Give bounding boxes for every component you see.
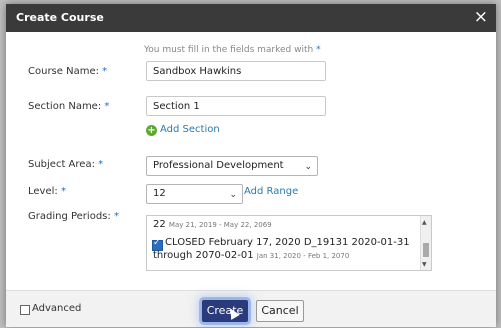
chevron-down-icon: ⌄ [229,190,237,200]
list-item-continuation: through 2070-02-01 Jan 31, 2020 - Feb 1,… [153,250,350,261]
dialog-titlebar: Create Course × [6,4,496,32]
advanced-checkbox[interactable] [20,305,30,315]
level-label: Level: * [28,186,66,197]
required-fields-note: You must fill in the fields marked with … [144,45,321,55]
course-name-input[interactable]: Sandbox Hawkins [146,61,326,81]
dialog-title: Create Course [16,11,104,24]
grading-periods-label: Grading Periods: * [28,211,119,222]
create-course-dialog: Create Course × You must fill in the fie… [6,4,496,327]
dialog-footer: Advanced Create Cancel [6,290,496,327]
cancel-button[interactable]: Cancel [256,300,304,322]
list-item[interactable]: 22 May 21, 2019 - May 22, 2069 [153,219,272,230]
section-name-label: Section Name: * [28,101,110,112]
advanced-label: Advanced [32,303,82,314]
section-name-input[interactable]: Section 1 [146,96,326,116]
grading-periods-list[interactable]: 22 May 21, 2019 - May 22, 2069 CLOSED Fe… [146,215,432,271]
chevron-down-icon: ⌄ [304,162,312,172]
add-section-link[interactable]: + Add Section [146,124,220,136]
scrollbar-thumb[interactable] [423,243,429,257]
scrollbar[interactable]: ▲ ▼ [420,216,431,270]
level-select[interactable]: 12 ⌄ [146,184,243,204]
close-icon[interactable]: × [474,8,488,26]
scroll-down-icon[interactable]: ▼ [422,261,427,268]
scroll-up-icon[interactable]: ▲ [422,219,427,226]
add-range-link[interactable]: Add Range [244,186,298,197]
course-name-label: Course Name: * [28,66,108,77]
subject-area-label: Subject Area: * [28,159,104,170]
plus-circle-icon: + [146,125,157,136]
create-button[interactable]: Create [202,300,248,322]
subject-area-select[interactable]: Professional Development ⌄ [146,156,318,176]
list-item[interactable]: CLOSED February 17, 2020 D_19131 2020-01… [165,237,410,248]
